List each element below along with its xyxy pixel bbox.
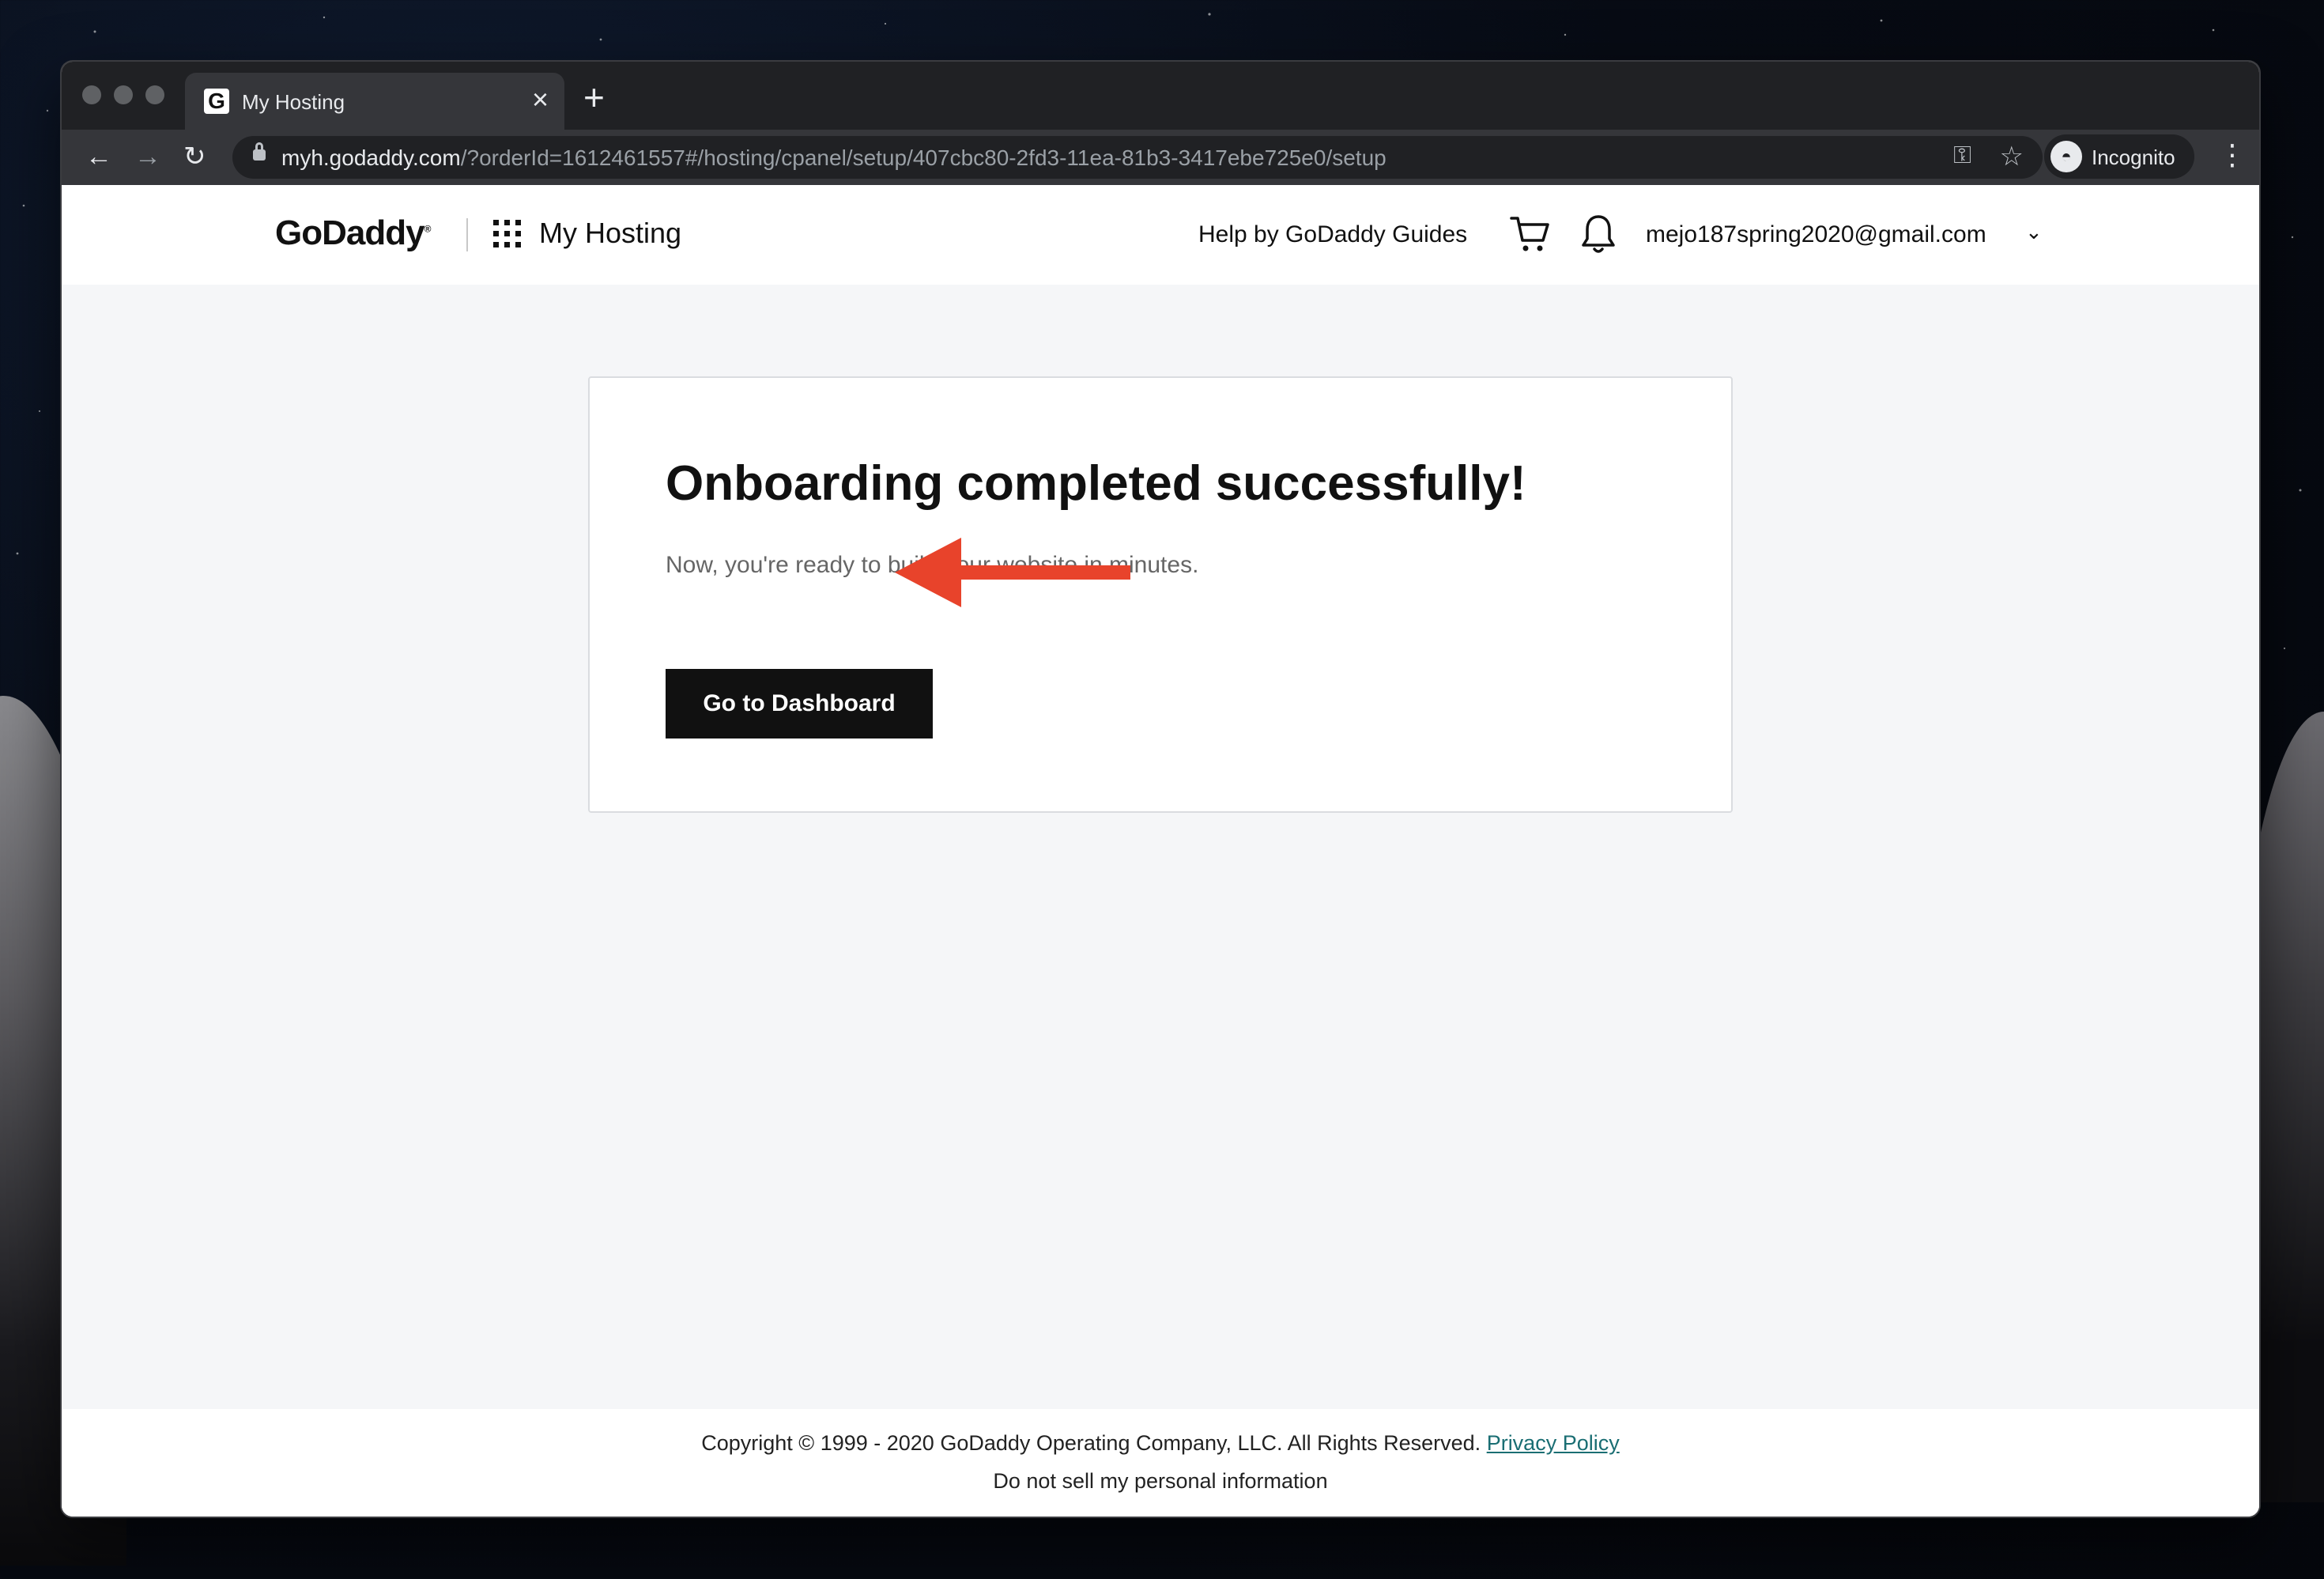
copyright-text: Copyright © 1999 - 2020 GoDaddy Operatin… — [701, 1431, 1481, 1455]
godaddy-favicon-icon: G — [204, 89, 229, 114]
do-not-sell-link[interactable]: Do not sell my personal information — [62, 1469, 2259, 1494]
copyright-line: Copyright © 1999 - 2020 GoDaddy Operatin… — [62, 1431, 2259, 1456]
incognito-label: Incognito — [2092, 145, 2175, 169]
card-title: Onboarding completed successfully! — [666, 456, 1526, 511]
privacy-policy-link[interactable]: Privacy Policy — [1487, 1431, 1620, 1455]
url-path: /?orderId=1612461557#/hosting/cpanel/set… — [460, 145, 1386, 170]
lock-icon — [253, 142, 266, 161]
bookmark-star-icon[interactable]: ☆ — [2000, 141, 2024, 172]
maximize-window-button[interactable] — [145, 85, 164, 104]
site-footer: Copyright © 1999 - 2020 GoDaddy Operatin… — [62, 1409, 2259, 1517]
go-to-dashboard-button[interactable]: Go to Dashboard — [666, 669, 933, 739]
logo-text: GoDaddy — [275, 213, 425, 252]
header-divider — [466, 218, 468, 251]
tab-strip: G My Hosting × + — [62, 62, 2259, 130]
onboarding-card: Onboarding completed successfully! Now, … — [588, 376, 1733, 813]
address-bar[interactable]: myh.godaddy.com/?orderId=1612461557#/hos… — [232, 136, 2043, 179]
new-tab-icon[interactable]: + — [583, 77, 605, 117]
reload-icon[interactable]: ↻ — [183, 141, 206, 172]
account-email[interactable]: mejo187spring2020@gmail.com — [1646, 221, 1986, 248]
browser-tab[interactable]: G My Hosting × — [185, 73, 564, 130]
site-header: GoDaddy® My Hosting Help by GoDaddy Guid… — [62, 185, 2259, 285]
browser-window: G My Hosting × + ← → ↻ myh.godaddy.com/?… — [62, 62, 2259, 1517]
page-content: GoDaddy® My Hosting Help by GoDaddy Guid… — [62, 185, 2259, 1517]
app-grid-icon[interactable] — [493, 220, 522, 248]
close-window-button[interactable] — [82, 85, 101, 104]
tab-title: My Hosting — [242, 90, 345, 114]
minimize-window-button[interactable] — [114, 85, 133, 104]
forward-arrow-icon[interactable]: → — [134, 141, 161, 172]
close-tab-icon[interactable]: × — [532, 84, 549, 115]
key-icon[interactable]: ⚿ — [1953, 142, 1971, 169]
browser-menu-icon[interactable]: ⋮ — [2218, 139, 2247, 171]
annotation-arrow-icon — [895, 538, 1130, 607]
url-text[interactable]: myh.godaddy.com/?orderId=1612461557#/hos… — [281, 145, 1386, 171]
notification-bell-icon[interactable] — [1579, 212, 1617, 256]
app-title[interactable]: My Hosting — [539, 217, 681, 250]
url-host: myh.godaddy.com — [281, 145, 461, 170]
cart-icon[interactable] — [1508, 212, 1552, 256]
incognito-icon: ◓ — [2050, 141, 2082, 172]
godaddy-logo[interactable]: GoDaddy® — [275, 213, 431, 253]
browser-toolbar: ← → ↻ myh.godaddy.com/?orderId=161246155… — [62, 130, 2259, 185]
chevron-down-icon[interactable]: ⌄ — [2025, 220, 2043, 244]
help-link[interactable]: Help by GoDaddy Guides — [1198, 221, 1467, 248]
back-arrow-icon[interactable]: ← — [85, 141, 112, 172]
incognito-badge[interactable]: ◓ Incognito — [2044, 134, 2194, 179]
